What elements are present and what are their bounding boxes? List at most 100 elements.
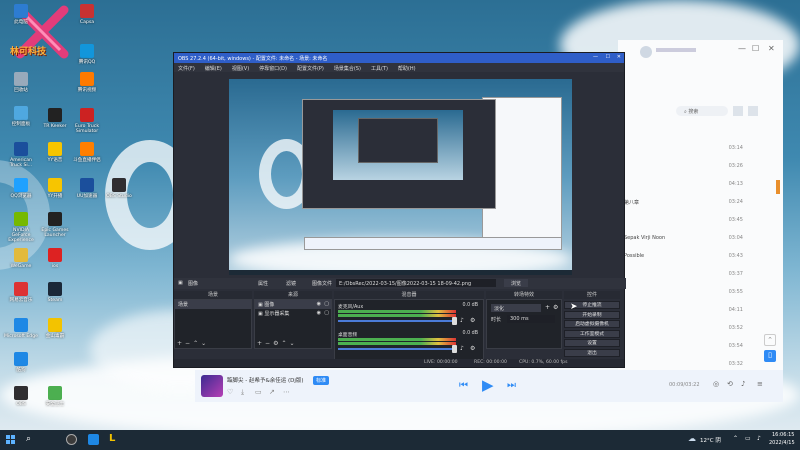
desktop-shortcut[interactable]: OBS: [4, 386, 38, 407]
music-icon-button[interactable]: [733, 106, 743, 116]
gear-icon[interactable]: ⚙: [553, 304, 558, 311]
filters-button[interactable]: 滤镜: [286, 280, 296, 287]
volume-slider-handle[interactable]: [452, 345, 457, 353]
browse-button[interactable]: 浏览: [504, 279, 528, 287]
track-row[interactable]: 03:32: [618, 358, 783, 370]
desktop-shortcut[interactable]: 回收站: [4, 72, 38, 93]
move-down-icon[interactable]: ⌄: [201, 340, 209, 347]
volume-slider[interactable]: [338, 320, 456, 322]
close-icon[interactable]: ✕: [768, 44, 775, 53]
desktop-shortcut[interactable]: American Truck Si...: [4, 142, 38, 168]
desktop-shortcut[interactable]: Microsoft Edge: [4, 318, 38, 339]
track-row[interactable]: 03:45: [618, 214, 783, 226]
desktop-shortcut[interactable]: ios: [38, 248, 72, 269]
loop-icon[interactable]: ⟲: [727, 380, 733, 388]
scroll-up-button[interactable]: ⌃: [764, 334, 776, 346]
desktop-shortcut[interactable]: Steam: [38, 282, 72, 303]
music-user-avatar[interactable]: [640, 46, 652, 58]
desktop-shortcut[interactable]: Epic Games Launcher: [38, 212, 72, 238]
control-button[interactable]: 设置: [564, 339, 620, 347]
next-icon[interactable]: ⏭: [507, 380, 516, 391]
desktop-shortcut[interactable]: 酷狗: [4, 352, 38, 373]
clock-time[interactable]: 16:06:15: [772, 432, 794, 438]
network-icon[interactable]: ▭: [745, 435, 751, 442]
track-row[interactable]: 03:37: [618, 268, 783, 280]
volume-slider[interactable]: [338, 348, 456, 350]
control-button[interactable]: 启动虚拟摄像机: [564, 320, 620, 328]
track-row[interactable]: 03:52: [618, 322, 783, 334]
track-row[interactable]: 04:11: [618, 304, 783, 316]
duration-input[interactable]: 300 ms: [507, 315, 555, 323]
album-cover[interactable]: [201, 375, 223, 397]
menu-item[interactable]: 配置文件(P): [297, 65, 324, 72]
image-file-path[interactable]: E:/ObsRec/2022-03-15/图像2022-03-15 18-09-…: [336, 279, 496, 287]
window-scrollbar[interactable]: [776, 180, 780, 194]
source-item[interactable]: ▣ 图像 ◉ ▢: [255, 300, 331, 309]
mute-icon[interactable]: ♪: [460, 317, 464, 324]
play-icon[interactable]: ▶: [482, 376, 494, 394]
track-row[interactable]: Possible 03:43: [618, 250, 783, 262]
desktop-shortcut[interactable]: 此电脑: [4, 4, 38, 25]
maximize-icon[interactable]: ☐: [752, 44, 759, 53]
desktop-shortcut[interactable]: Capsa: [70, 4, 104, 25]
music-app-window[interactable]: — ☐ ✕ ⌕ 搜索 03:14 03:26 04:13 第八章 03:24 03:45 S…: [618, 40, 783, 400]
close-icon[interactable]: ✕: [617, 54, 621, 60]
clock-date[interactable]: 2022/4/15: [769, 440, 795, 446]
visibility-icon[interactable]: ◉: [317, 301, 321, 307]
scene-item[interactable]: 场景: [175, 300, 251, 309]
share-icon[interactable]: ↗: [269, 388, 275, 396]
comment-icon[interactable]: ▭: [255, 388, 262, 396]
taskbar-music-icon[interactable]: [88, 434, 99, 445]
desktop-shortcut[interactable]: YY语音: [38, 142, 72, 163]
track-row[interactable]: 04:13: [618, 178, 783, 190]
desktop-shortcut[interactable]: 网易云音乐: [4, 282, 38, 303]
obs-title-bar[interactable]: OBS 27.2.4 (64-bit, windows) - 配置文件: 未命名…: [174, 53, 624, 63]
move-up-icon[interactable]: ⌃: [193, 340, 201, 347]
desktop-shortcut[interactable]: NVIDIA GeForce Experience: [4, 212, 38, 243]
desktop-shortcut[interactable]: 斗鱼直播伴侣: [70, 142, 104, 163]
tray-chevron-icon[interactable]: ⌃: [733, 435, 738, 442]
lock-icon[interactable]: ▢: [324, 301, 329, 307]
windows-start-icon[interactable]: [6, 435, 15, 444]
gear-icon[interactable]: ⚙: [470, 317, 475, 324]
desktop-shortcut[interactable]: 腾讯QQ: [70, 44, 104, 65]
quality-badge[interactable]: 标准: [313, 376, 330, 385]
lock-icon[interactable]: ▢: [324, 310, 329, 316]
maximize-icon[interactable]: ☐: [606, 54, 610, 60]
music-icon-button[interactable]: [748, 106, 758, 116]
source-item[interactable]: ▣ 显示器采集 ◉ ▢: [255, 309, 331, 318]
desktop-shortcut[interactable]: WeGame: [4, 248, 38, 269]
mute-icon[interactable]: ♪: [460, 345, 464, 352]
track-row[interactable]: Sepak Virji Noon 03:04: [618, 232, 783, 244]
more-icon[interactable]: ⋯: [283, 388, 290, 396]
control-button[interactable]: 退出: [564, 348, 620, 357]
menu-item[interactable]: 视图(V): [232, 65, 249, 72]
desktop-shortcut[interactable]: QQ浏览器: [4, 178, 38, 199]
taskbar-app-icon[interactable]: L: [109, 433, 115, 444]
volume-icon[interactable]: ♪: [741, 380, 745, 388]
search-icon[interactable]: ⌕: [26, 434, 31, 444]
add-icon[interactable]: +: [545, 304, 550, 311]
remove-icon[interactable]: −: [185, 340, 193, 347]
minimize-icon[interactable]: —: [593, 54, 598, 60]
menu-item[interactable]: 工具(T): [371, 65, 388, 72]
desktop-shortcut[interactable]: OBS Studio: [102, 178, 136, 199]
weather-text[interactable]: 12°C 阴: [700, 436, 721, 444]
minimize-icon[interactable]: —: [738, 44, 746, 53]
previous-icon[interactable]: ⏮: [459, 380, 468, 391]
properties-button[interactable]: 属性: [258, 280, 268, 287]
desktop-shortcut[interactable]: 安全卫士: [38, 386, 72, 407]
track-row[interactable]: 03:14: [618, 142, 783, 154]
menu-item[interactable]: 文件(F): [178, 65, 195, 72]
menu-item[interactable]: 编辑(E): [205, 65, 222, 72]
track-row[interactable]: 第八章 03:24: [618, 196, 783, 208]
lyrics-icon[interactable]: ◎: [713, 380, 719, 388]
menu-item[interactable]: 场景集合(S): [334, 65, 361, 72]
taskbar-obs-icon[interactable]: [66, 434, 77, 445]
download-icon[interactable]: ⤓: [241, 388, 244, 397]
obs-preview-canvas[interactable]: [229, 79, 572, 275]
music-search-box[interactable]: ⌕ 搜索: [676, 106, 728, 116]
control-button[interactable]: 工作室模式: [564, 329, 620, 338]
obs-window[interactable]: OBS 27.2.4 (64-bit, windows) - 配置文件: 未命名…: [173, 52, 626, 368]
heart-icon[interactable]: ♡: [227, 388, 233, 396]
